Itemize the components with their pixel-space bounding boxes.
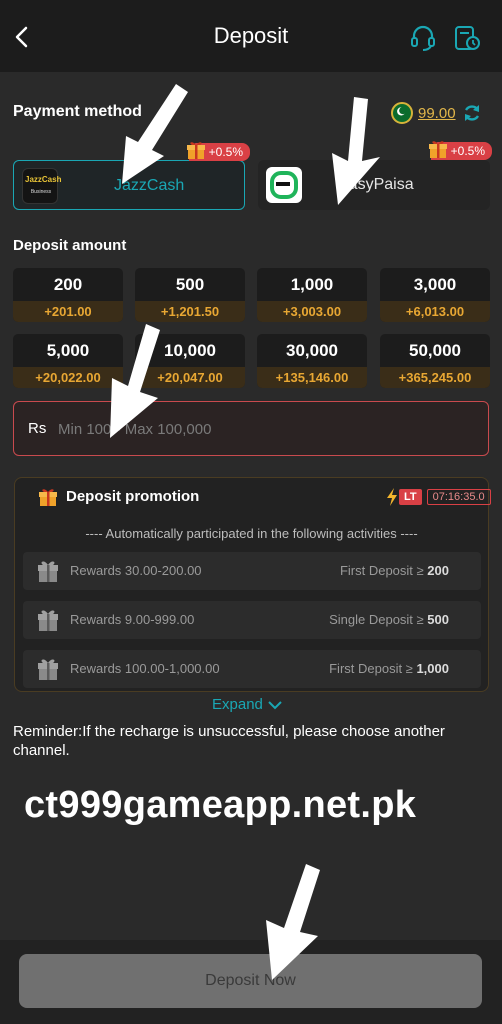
easypaisa-logo bbox=[266, 167, 302, 203]
amount-option-3000[interactable]: 3,000 +6,013.00 bbox=[380, 268, 490, 322]
currency-label: Rs bbox=[28, 420, 47, 437]
bonus-badge: +0.5% bbox=[428, 141, 492, 160]
activity-row[interactable]: Rewards 100.00-1,000.00 First Deposit ≥ … bbox=[23, 650, 481, 688]
balance-display: 99.00 bbox=[391, 100, 483, 126]
amount-option-30000[interactable]: 30,000 +135,146.00 bbox=[257, 334, 367, 388]
back-arrow-icon[interactable] bbox=[10, 24, 36, 50]
amount-input-box: Rs bbox=[13, 401, 489, 456]
expand-button[interactable]: Expand bbox=[212, 696, 283, 713]
jazzcash-logo: JazzCash Business bbox=[22, 168, 61, 204]
pointer-arrow-icon bbox=[110, 324, 160, 438]
countdown-timer: 07:16:35.0 bbox=[426, 489, 491, 505]
page-title: Deposit bbox=[213, 23, 289, 48]
watermark-text: ct999gameapp.net.pk bbox=[24, 784, 417, 826]
promotion-subtitle: ---- Automatically participated in the f… bbox=[85, 526, 418, 541]
gift-icon bbox=[38, 610, 58, 631]
deposit-amount-label: Deposit amount bbox=[13, 237, 127, 254]
amount-option-200[interactable]: 200 +201.00 bbox=[13, 268, 123, 322]
pointer-arrow-icon bbox=[332, 97, 380, 205]
reminder-text: Reminder:If the recharge is unsuccessful… bbox=[13, 723, 445, 759]
gift-icon bbox=[38, 561, 58, 582]
refresh-icon[interactable] bbox=[461, 102, 483, 124]
lightning-icon bbox=[387, 488, 397, 506]
amount-option-500[interactable]: 500 +1,201.50 bbox=[135, 268, 245, 322]
limited-time-badge: LT 07:16:35.0 bbox=[385, 487, 491, 507]
records-icon[interactable] bbox=[453, 24, 481, 52]
chevron-down-icon bbox=[268, 700, 282, 709]
promotion-title: Deposit promotion bbox=[66, 488, 200, 505]
activity-row[interactable]: Rewards 30.00-200.00 First Deposit ≥ 200 bbox=[23, 552, 481, 590]
header-bar: Deposit bbox=[0, 0, 502, 72]
gift-icon bbox=[39, 489, 57, 506]
deposit-now-button[interactable]: Deposit Now bbox=[19, 954, 482, 1008]
pointer-arrow-icon bbox=[266, 864, 320, 980]
headset-icon[interactable] bbox=[409, 24, 437, 52]
activity-row[interactable]: Rewards 9.00-999.00 Single Deposit ≥ 500 bbox=[23, 601, 481, 639]
pointer-arrow-icon bbox=[122, 84, 188, 184]
gift-icon bbox=[428, 141, 447, 158]
balance-amount: 99.00 bbox=[418, 104, 456, 122]
amount-option-50000[interactable]: 50,000 +365,245.00 bbox=[380, 334, 490, 388]
gift-icon bbox=[38, 659, 58, 680]
amount-option-1000[interactable]: 1,000 +3,003.00 bbox=[257, 268, 367, 322]
deposit-promotion-panel: Deposit promotion LT 07:16:35.0 ---- Aut… bbox=[14, 477, 491, 692]
